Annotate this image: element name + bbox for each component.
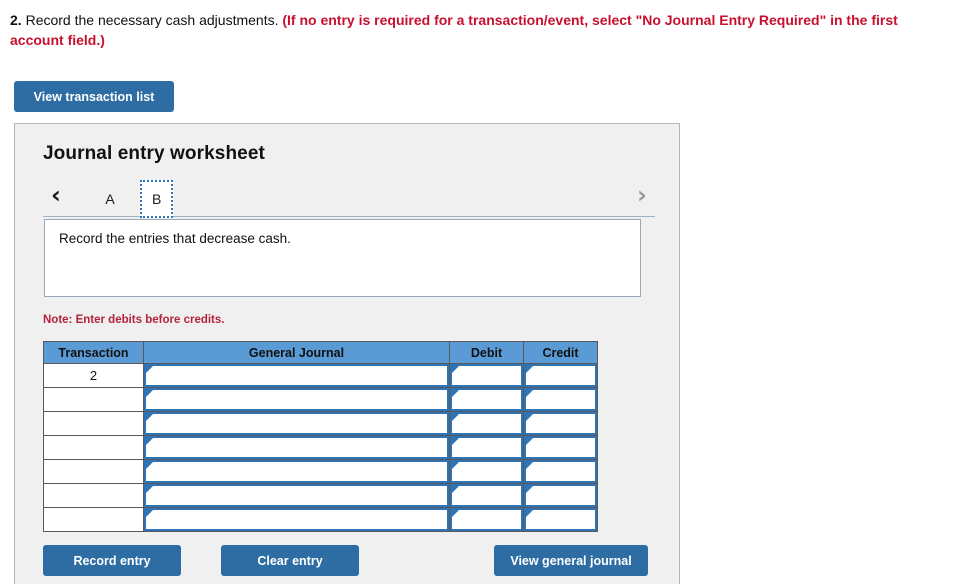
journal-entry-table-body: 2 [43, 363, 598, 532]
table-row [43, 387, 598, 412]
journal-entry-table: Transaction General Journal Debit Credit… [43, 341, 598, 532]
question-text: Record the necessary cash adjustments. [21, 12, 283, 28]
tab-b[interactable]: B [140, 180, 174, 218]
credit-input-cell-box[interactable] [524, 388, 597, 411]
debit-input-cell[interactable] [449, 363, 524, 388]
transaction-number-cell [43, 387, 144, 412]
general-journal-input-cell[interactable] [143, 459, 450, 484]
question-prompt: 2. Record the necessary cash adjustments… [10, 10, 952, 51]
general-journal-input-cell[interactable] [143, 435, 450, 460]
general-journal-input-cell-box[interactable] [144, 484, 449, 507]
credit-input-cell[interactable] [523, 411, 598, 436]
table-row [43, 483, 598, 508]
chevron-right-icon[interactable]: › [629, 182, 655, 210]
table-row [43, 459, 598, 484]
table-header-row: Transaction General Journal Debit Credit [43, 341, 598, 364]
debit-input-cell[interactable] [449, 435, 524, 460]
debit-input-cell-box[interactable] [450, 484, 523, 507]
debit-input-cell-box[interactable] [450, 508, 523, 531]
general-journal-input-cell-box[interactable] [144, 412, 449, 435]
general-journal-input-cell[interactable] [143, 483, 450, 508]
general-journal-input-cell[interactable] [143, 387, 450, 412]
journal-entry-worksheet-panel: Journal entry worksheet ‹ A B › Record t… [14, 123, 680, 584]
worksheet-tabstrip: ‹ A B › [43, 174, 655, 218]
general-journal-input-cell-box[interactable] [144, 364, 449, 387]
credit-input-cell[interactable] [523, 483, 598, 508]
debit-input-cell[interactable] [449, 507, 524, 532]
clear-entry-button[interactable]: Clear entry [221, 545, 359, 576]
chevron-left-icon[interactable]: ‹ [43, 182, 69, 210]
column-header-transaction: Transaction [43, 341, 144, 364]
table-row [43, 411, 598, 436]
general-journal-input-cell-box[interactable] [144, 436, 449, 459]
debit-input-cell[interactable] [449, 483, 524, 508]
column-header-general-journal: General Journal [143, 341, 450, 364]
general-journal-input-cell[interactable] [143, 411, 450, 436]
credit-input-cell-box[interactable] [524, 436, 597, 459]
transaction-number-cell [43, 507, 144, 532]
credit-input-cell-box[interactable] [524, 460, 597, 483]
column-header-credit: Credit [523, 341, 598, 364]
credit-input-cell-box[interactable] [524, 364, 597, 387]
entry-description-text: Record the entries that decrease cash. [59, 231, 291, 246]
debit-input-cell-box[interactable] [450, 364, 523, 387]
debit-input-cell-box[interactable] [450, 460, 523, 483]
record-entry-button[interactable]: Record entry [43, 545, 181, 576]
debit-input-cell[interactable] [449, 411, 524, 436]
credit-input-cell[interactable] [523, 507, 598, 532]
tab-a[interactable]: A [95, 181, 125, 217]
credit-input-cell[interactable] [523, 435, 598, 460]
general-journal-input-cell[interactable] [143, 507, 450, 532]
transaction-number-cell [43, 483, 144, 508]
column-header-debit: Debit [449, 341, 524, 364]
table-row: 2 [43, 363, 598, 388]
debit-input-cell-box[interactable] [450, 436, 523, 459]
transaction-number-cell [43, 411, 144, 436]
table-row [43, 435, 598, 460]
panel-title: Journal entry worksheet [43, 143, 265, 164]
general-journal-input-cell-box[interactable] [144, 460, 449, 483]
view-transaction-list-button[interactable]: View transaction list [14, 81, 174, 112]
credit-input-cell[interactable] [523, 387, 598, 412]
table-row [43, 507, 598, 532]
view-general-journal-button[interactable]: View general journal [494, 545, 648, 576]
general-journal-input-cell-box[interactable] [144, 388, 449, 411]
credit-input-cell-box[interactable] [524, 508, 597, 531]
question-number: 2. [10, 12, 22, 28]
debit-input-cell[interactable] [449, 459, 524, 484]
debits-before-credits-note: Note: Enter debits before credits. [43, 314, 225, 326]
credit-input-cell-box[interactable] [524, 484, 597, 507]
debit-input-cell[interactable] [449, 387, 524, 412]
debit-input-cell-box[interactable] [450, 388, 523, 411]
transaction-number-cell [43, 459, 144, 484]
debit-input-cell-box[interactable] [450, 412, 523, 435]
credit-input-cell[interactable] [523, 363, 598, 388]
credit-input-cell-box[interactable] [524, 412, 597, 435]
transaction-number-cell [43, 435, 144, 460]
entry-description-box: Record the entries that decrease cash. [44, 219, 641, 297]
general-journal-input-cell-box[interactable] [144, 508, 449, 531]
transaction-number-cell: 2 [43, 363, 144, 388]
general-journal-input-cell[interactable] [143, 363, 450, 388]
credit-input-cell[interactable] [523, 459, 598, 484]
